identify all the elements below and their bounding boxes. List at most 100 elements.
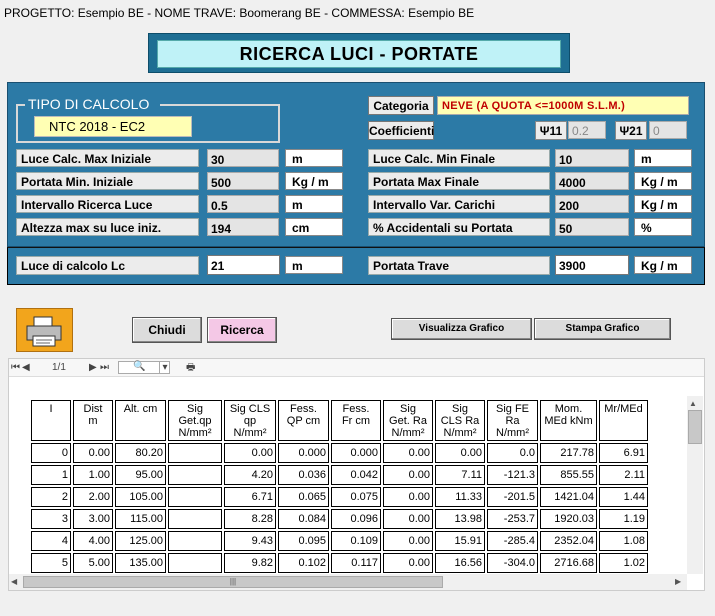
table-cell	[168, 553, 222, 573]
table-cell: 7.11	[435, 465, 485, 485]
table-cell: 105.00	[115, 487, 166, 507]
portata-trave-value[interactable]: 3900	[555, 255, 629, 275]
chiudi-button[interactable]: Chiudi	[132, 317, 202, 343]
categoria-label: Categoria	[368, 96, 434, 115]
intervallo-carichi-label: Intervallo Var. Carichi	[368, 195, 550, 213]
luce-min-label: Luce Calc. Min Finale	[368, 149, 550, 167]
table-row: 1 1.00 95.00 4.20 0.036 0.042 0.00 7.11 -121.3 85…	[31, 465, 648, 485]
next-page-icon[interactable]: ▶	[89, 362, 97, 373]
prev-page-icon[interactable]: ◀	[22, 362, 30, 373]
ricerca-button[interactable]: Ricerca	[207, 317, 277, 343]
table-cell: 0.102	[278, 553, 329, 573]
table-cell: -253.7	[487, 509, 538, 529]
table-cell: 0.000	[278, 443, 329, 463]
magnifier-icon: 🔍	[133, 361, 146, 372]
table-cell	[168, 443, 222, 463]
luce-calcolo-value[interactable]: 21	[207, 255, 280, 275]
table-cell: 0.00	[383, 531, 433, 551]
table-cell: 1421.04	[540, 487, 597, 507]
table-cell: -121.3	[487, 465, 538, 485]
table-cell: 0.117	[331, 553, 381, 573]
table-cell: 0.095	[278, 531, 329, 551]
page-title: RICERCA LUCI - PORTATE	[157, 40, 561, 68]
col-header-mr-med: Mr/MEd	[599, 400, 648, 441]
table-cell: 125.00	[115, 531, 166, 551]
print-report-icon[interactable]: 🖶	[186, 360, 195, 377]
table-cell: 80.20	[115, 443, 166, 463]
table-cell: 0.036	[278, 465, 329, 485]
last-page-icon[interactable]: ⏭	[100, 362, 109, 373]
table-cell: 2.00	[73, 487, 113, 507]
table-cell: 5	[31, 553, 71, 573]
scroll-left-icon[interactable]: ◀	[11, 577, 17, 586]
zoom-select[interactable]: 🔍 ▾	[118, 361, 170, 374]
table-cell: 0.00	[383, 487, 433, 507]
col-header-alt: Alt. cm	[115, 400, 166, 441]
table-cell: -285.4	[487, 531, 538, 551]
col-header-mom-med: Mom. MEd kNm	[540, 400, 597, 441]
coefficienti-label: Coefficienti	[368, 121, 434, 140]
intervallo-luce-input[interactable]: 0.5	[207, 195, 279, 213]
altezza-max-unit: cm	[285, 218, 343, 236]
table-cell: 15.91	[435, 531, 485, 551]
psi21-value: 0	[649, 121, 687, 139]
table-cell: 4.00	[73, 531, 113, 551]
table-cell: 0.000	[331, 443, 381, 463]
portata-max-label: Portata Max Finale	[368, 172, 550, 190]
portata-min-input[interactable]: 500	[207, 172, 279, 190]
table-cell: 6.91	[599, 443, 648, 463]
table-cell: 2.11	[599, 465, 648, 485]
portata-min-label: Portata Min. Iniziale	[16, 172, 199, 190]
stampa-grafico-button[interactable]: Stampa Grafico	[534, 318, 671, 340]
accidentali-input[interactable]: 50	[555, 218, 629, 236]
portata-max-input[interactable]: 4000	[555, 172, 629, 190]
scroll-up-icon[interactable]: ▲	[689, 399, 697, 408]
intervallo-carichi-input[interactable]: 200	[555, 195, 629, 213]
table-cell: 855.55	[540, 465, 597, 485]
table-row: 2 2.00 105.00 6.71 0.065 0.075 0.00 11.33 -201.5…	[31, 487, 648, 507]
horizontal-scrollbar[interactable]: ◀ ||| ▶	[9, 574, 687, 590]
psi21-label: Ψ21	[615, 121, 647, 140]
table-cell: 8.28	[224, 509, 276, 529]
visualizza-grafico-button[interactable]: Visualizza Grafico	[391, 318, 532, 340]
tipo-calcolo-value[interactable]: NTC 2018 - EC2	[34, 116, 192, 137]
hscroll-thumb[interactable]: |||	[23, 576, 443, 588]
portata-trave-label: Portata Trave	[368, 256, 550, 275]
scroll-right-icon[interactable]: ▶	[675, 577, 681, 586]
table-cell: 1920.03	[540, 509, 597, 529]
altezza-max-input[interactable]: 194	[207, 218, 279, 236]
chevron-down-icon: ▾	[159, 362, 170, 373]
table-cell	[168, 465, 222, 485]
report-toolbar: ⏮ ◀ 1/1 ▶ ⏭ 🔍 ▾ 🖶	[9, 359, 704, 377]
col-header-sig-cls-ra: Sig CLS Ra N/mm²	[435, 400, 485, 441]
table-cell: 0.109	[331, 531, 381, 551]
table-cell: 2352.04	[540, 531, 597, 551]
scroll-thumb[interactable]	[688, 410, 702, 444]
print-button[interactable]	[16, 308, 73, 352]
vertical-scrollbar[interactable]: ▲	[687, 396, 703, 574]
table-cell	[168, 509, 222, 529]
table-cell: -201.5	[487, 487, 538, 507]
col-header-fess-qp: Fess. QP cm	[278, 400, 329, 441]
col-header-sig-get-qp: Sig Get.qp N/mm²	[168, 400, 222, 441]
luce-min-input[interactable]: 10	[555, 149, 629, 167]
luce-calcolo-label: Luce di calcolo Lc	[16, 256, 199, 275]
table-cell: 1.19	[599, 509, 648, 529]
table-cell: 0.00	[383, 443, 433, 463]
luce-max-input[interactable]: 30	[207, 149, 279, 167]
luce-calcolo-unit: m	[285, 256, 343, 274]
categoria-value[interactable]: NEVE (A QUOTA <=1000M S.L.M.)	[437, 96, 689, 115]
table-cell: 13.98	[435, 509, 485, 529]
results-table: I Dist m Alt. cm Sig Get.qp N/mm² Sig CLS qp…	[29, 398, 650, 575]
table-row: 3 3.00 115.00 8.28 0.084 0.096 0.00 13.98 -253.7…	[31, 509, 648, 529]
table-cell: 0.00	[383, 465, 433, 485]
table-cell: 11.33	[435, 487, 485, 507]
first-page-icon[interactable]: ⏮	[11, 362, 20, 373]
table-cell: 115.00	[115, 509, 166, 529]
table-cell: 0.075	[331, 487, 381, 507]
luce-min-unit: m	[634, 149, 692, 167]
table-cell	[168, 531, 222, 551]
luce-max-unit: m	[285, 149, 343, 167]
table-cell: -304.0	[487, 553, 538, 573]
table-cell: 1.00	[73, 465, 113, 485]
